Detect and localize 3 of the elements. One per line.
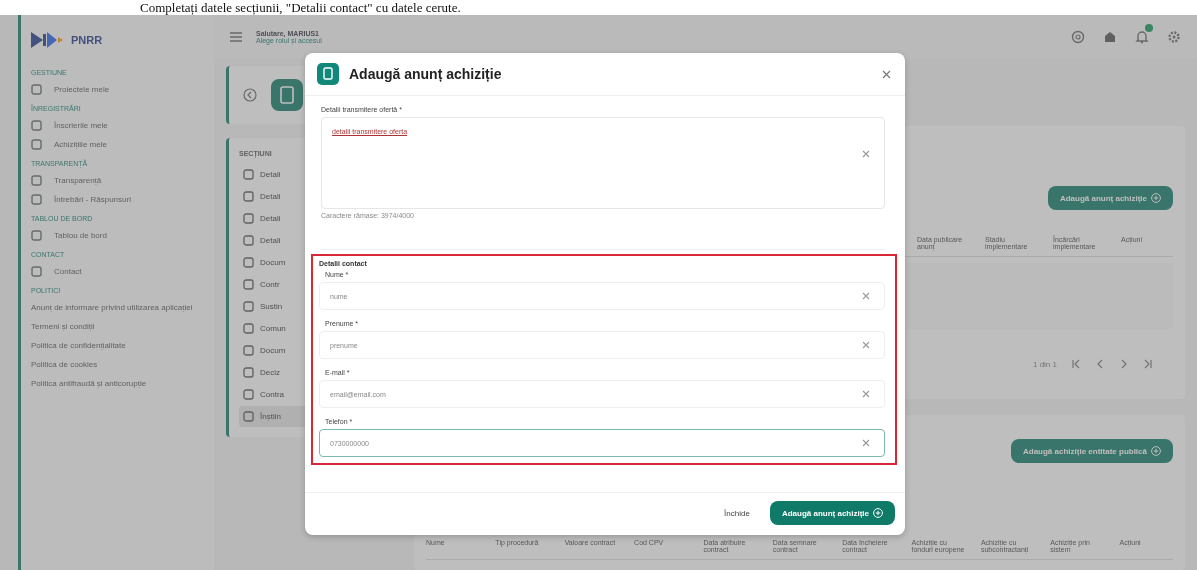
modal-title: Adaugă anunț achiziție <box>349 66 502 82</box>
logo-text: PNRR <box>71 34 103 46</box>
page-info: 1 din 1 <box>1032 359 1057 369</box>
